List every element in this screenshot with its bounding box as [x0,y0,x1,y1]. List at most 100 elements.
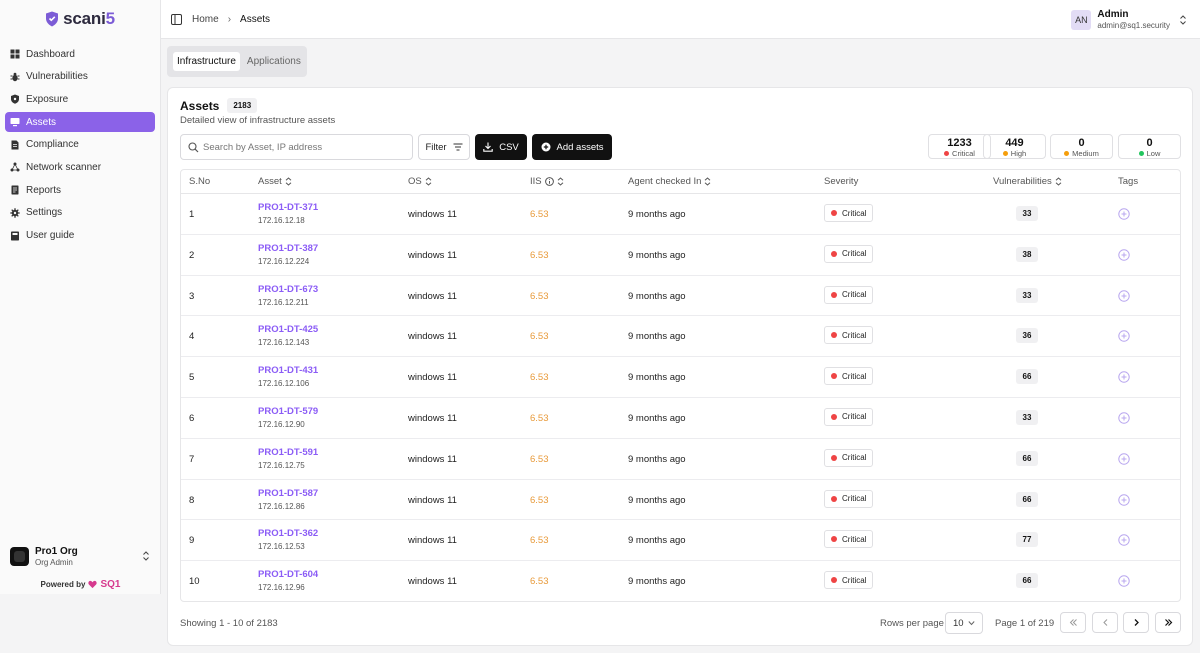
add-tag-icon[interactable] [1118,289,1130,302]
asset-cell: PRO1-DT-431 172.16.12.106 [258,365,318,388]
monitor-icon [10,118,20,127]
table-row[interactable]: 1 PRO1-DT-371 172.16.12.18 windows 11 6.53 9 … [181,194,1180,235]
logo[interactable]: scani5 [0,0,160,38]
sidebar-item-exposure[interactable]: Exposure [5,89,155,109]
asset-name-link[interactable]: PRO1-DT-362 [258,528,318,539]
tab-applications[interactable]: Applications [244,52,304,71]
sidebar-item-reports[interactable]: Reports [5,180,155,200]
tags-cell [1118,289,1130,305]
sidebar-item-compliance[interactable]: Compliance [5,135,155,155]
first-page-button[interactable] [1060,612,1086,633]
add-tag-icon[interactable] [1118,412,1130,424]
filter-label: Filter [425,141,447,153]
asset-name-link[interactable]: PRO1-DT-591 [258,447,318,458]
asset-iis: 6.53 [530,249,549,261]
search-input[interactable] [203,141,403,153]
agent-checked-in: 9 months ago [628,249,686,261]
row-sno: 5 [189,372,195,384]
add-assets-button[interactable]: Add assets [532,134,612,160]
table-row[interactable]: 7 PRO1-DT-591 172.16.12.75 windows 11 6.53 9 … [181,439,1180,480]
previous-page-button[interactable] [1092,612,1118,633]
tab-infrastructure[interactable]: Infrastructure [173,52,240,71]
dashboard-icon [10,49,20,59]
asset-name-link[interactable]: PRO1-DT-425 [258,324,318,335]
next-page-button[interactable] [1123,612,1149,633]
asset-name-link[interactable]: PRO1-DT-673 [258,284,318,295]
column-header-iis[interactable]: IIS [530,176,564,187]
sort-icon [557,177,563,186]
severity-cell: Critical [824,326,874,345]
critical-dot-icon [831,495,837,502]
asset-os: windows 11 [408,535,457,547]
tags-cell [1118,493,1130,509]
severity-cell: Critical [824,244,874,263]
powered-by-label: Powered by [40,579,86,589]
asset-ip: 172.16.12.224 [258,256,310,266]
user-name: Admin [1097,9,1129,20]
sidebar-item-user-guide[interactable]: User guide [5,226,155,246]
add-tag-icon[interactable] [1118,208,1130,220]
sidebar-item-network-scanner[interactable]: Network scanner [5,157,155,177]
agent-checked-in: 9 months ago [628,372,686,384]
powered-by-brand: SQ1 [100,578,121,590]
table-row[interactable]: 5 PRO1-DT-431 172.16.12.106 windows 11 6.53 9… [181,357,1180,398]
column-header-vulnerabilities[interactable]: Vulnerabilities [993,176,1062,187]
table-row[interactable]: 10 PRO1-DT-604 172.16.12.96 windows 11 6.53 9… [181,561,1180,601]
vulnerabilities-cell: 33 [1016,287,1038,303]
table-row[interactable]: 8 PRO1-DT-587 172.16.12.86 windows 11 6.53 9 … [181,480,1180,521]
rows-per-page-label: Rows per page [880,618,944,629]
asset-name-link[interactable]: PRO1-DT-587 [258,488,318,499]
column-header-asset[interactable]: Asset [258,176,292,187]
add-tag-icon[interactable] [1118,249,1130,261]
severity-cell: Critical [824,530,874,549]
tags-cell [1118,412,1130,427]
table-row[interactable]: 9 PRO1-DT-362 172.16.12.53 windows 11 6.53 9 … [181,520,1180,562]
severity-cell: Critical [824,367,874,386]
asset-ip: 172.16.12.211 [258,297,309,307]
table-row[interactable]: 6 PRO1-DT-579 172.16.12.90 windows 11 6.53 9 … [181,398,1180,439]
add-tag-icon[interactable] [1118,453,1130,465]
filter-button[interactable]: Filter [418,134,470,160]
vulnerability-count-badge: 77 [1016,532,1038,548]
add-tag-icon[interactable] [1118,493,1130,506]
sidebar-toggle-icon[interactable] [171,13,182,25]
org-switcher[interactable]: Pro1 Org Org Admin [0,540,161,572]
critical-dot-icon [831,536,837,543]
column-header-agent[interactable]: Agent checked In [628,176,711,187]
csv-button[interactable]: CSV [475,134,527,160]
table-row[interactable]: 4 PRO1-DT-425 172.16.12.143 windows 11 6.53 9… [181,316,1180,358]
asset-name-link[interactable]: PRO1-DT-431 [258,365,318,376]
asset-ip: 172.16.12.90 [258,419,305,429]
asset-name-link[interactable]: PRO1-DT-604 [258,569,318,580]
user-menu[interactable]: AN Admin admin@sq1.security [1071,9,1188,30]
asset-cell: PRO1-DT-362 172.16.12.53 [258,528,318,551]
sidebar-footer-space [0,594,161,653]
row-sno: 10 [189,576,200,588]
asset-name-link[interactable]: PRO1-DT-579 [258,406,318,417]
breadcrumb-home[interactable]: Home [192,14,219,25]
asset-name-link[interactable]: PRO1-DT-371 [258,202,318,213]
plus-circle-icon [541,142,550,152]
asset-os: windows 11 [408,372,457,384]
sidebar-item-assets[interactable]: Assets [5,112,155,133]
add-tag-icon[interactable] [1118,534,1130,547]
rows-per-page-select[interactable]: 10 [945,612,983,634]
severity-summary-critical: 1233 Critical [928,134,991,159]
add-tag-icon[interactable] [1118,330,1130,343]
add-assets-label: Add assets [556,141,604,153]
sidebar-item-label: Dashboard [26,48,75,60]
bug-icon [10,72,20,81]
sidebar-item-vulnerabilities[interactable]: Vulnerabilities [5,67,155,87]
table-row[interactable]: 2 PRO1-DT-387 172.16.12.224 windows 11 6.53 9… [181,235,1180,276]
download-icon [483,142,493,152]
sidebar-item-settings[interactable]: Settings [5,203,155,223]
add-tag-icon[interactable] [1118,575,1130,587]
asset-os: windows 11 [408,209,457,220]
last-page-button[interactable] [1155,612,1181,633]
table-row[interactable]: 3 PRO1-DT-673 172.16.12.211 windows 11 6.53 9… [181,276,1180,317]
add-tag-icon[interactable] [1118,371,1130,383]
column-header-os[interactable]: OS [408,176,432,187]
sidebar-item-dashboard[interactable]: Dashboard [5,44,155,64]
asset-ip: 172.16.12.86 [258,501,305,511]
asset-name-link[interactable]: PRO1-DT-387 [258,243,318,254]
